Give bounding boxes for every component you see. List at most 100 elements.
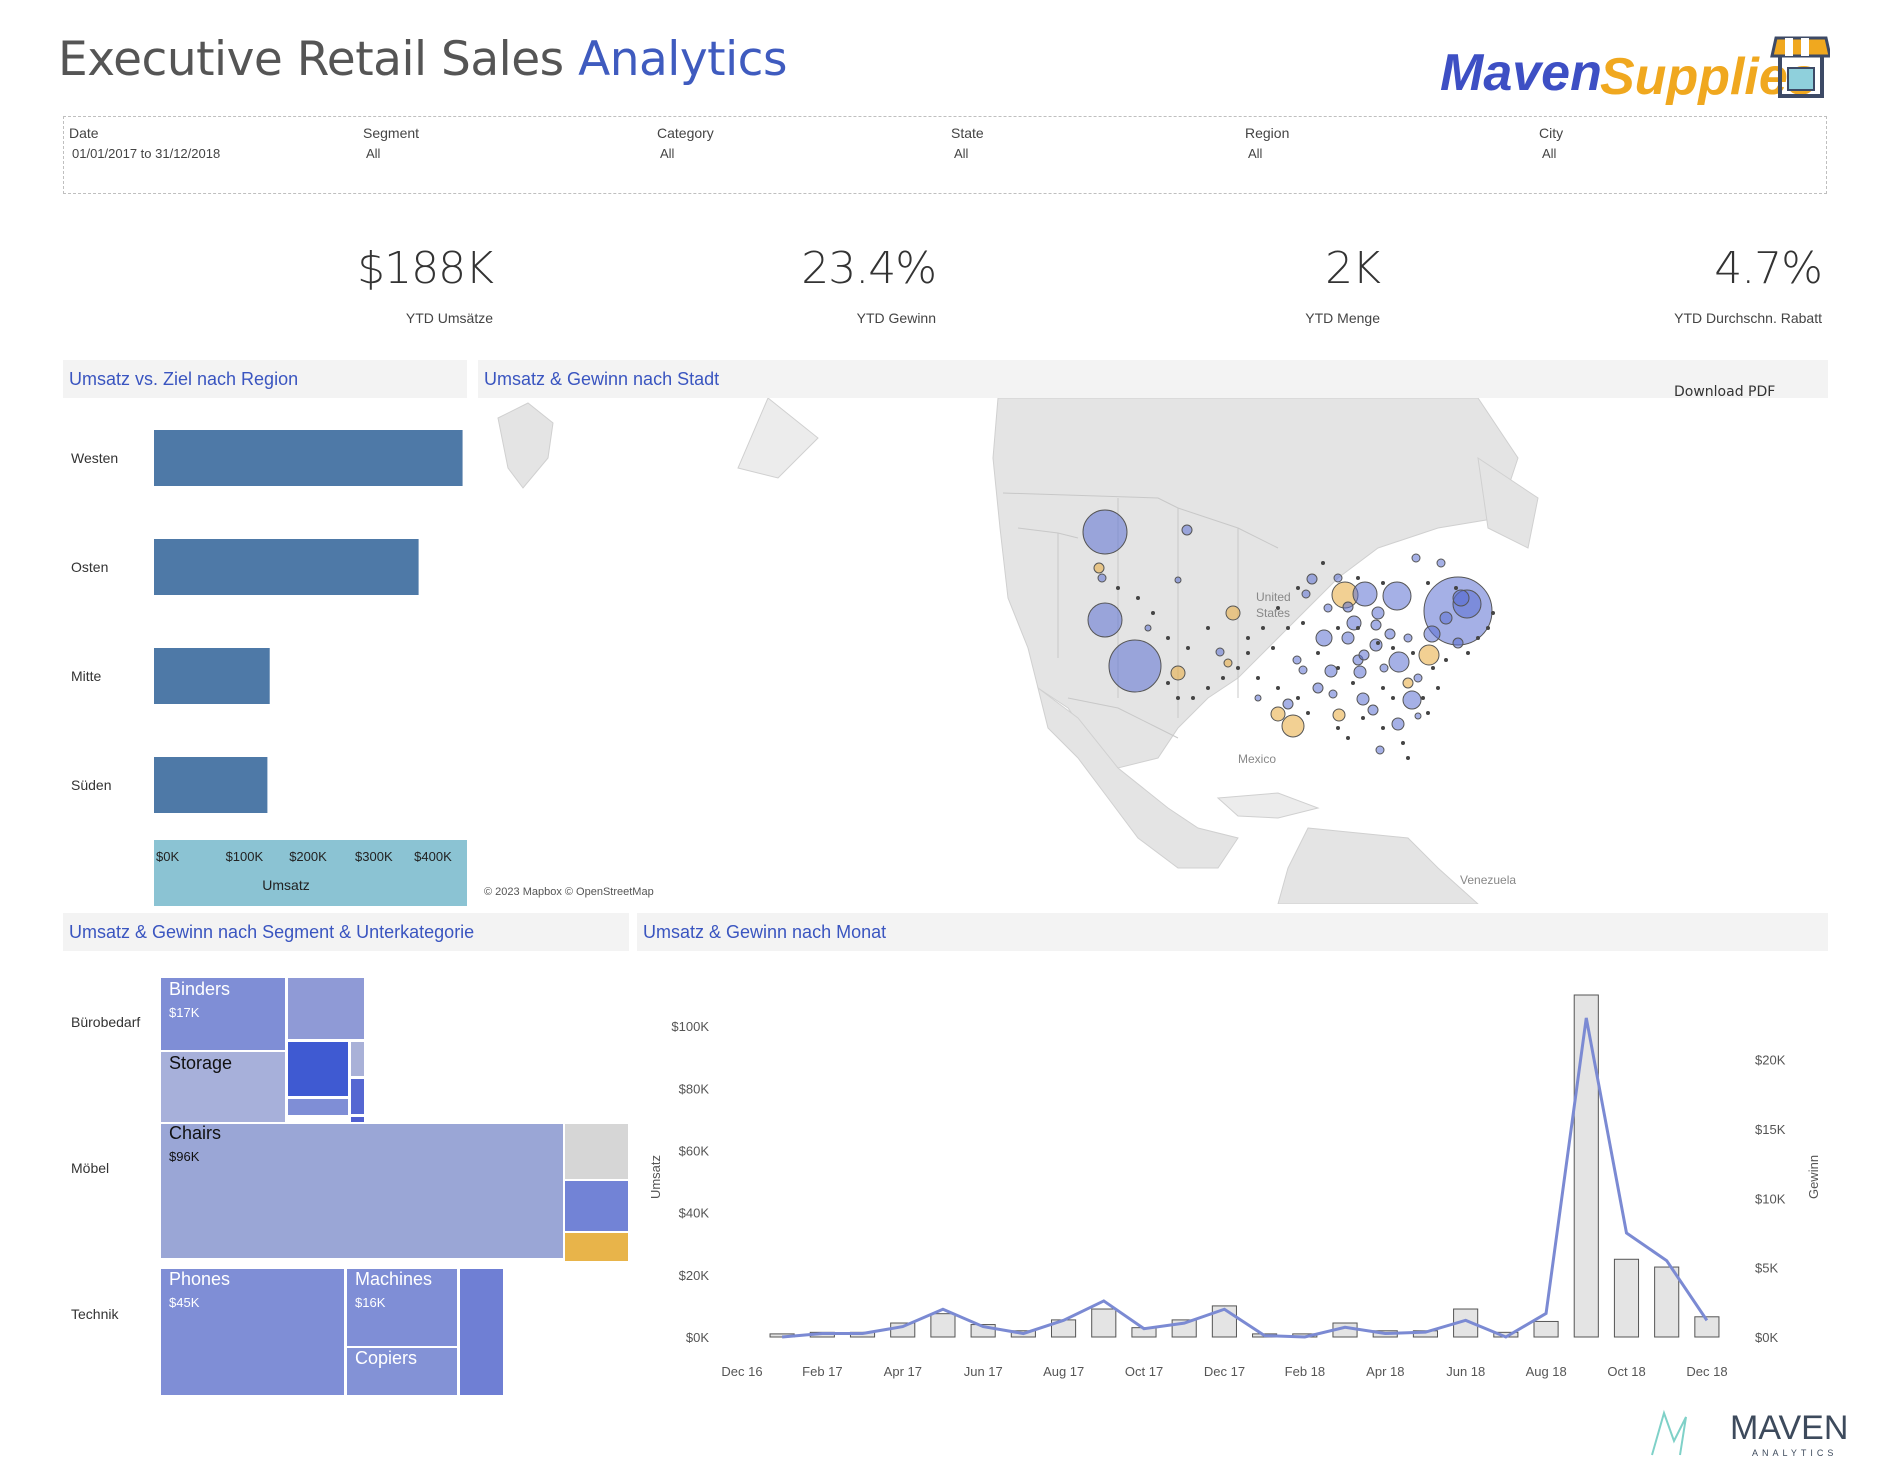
city-dot[interactable] (1336, 626, 1340, 630)
filter-value[interactable]: All (951, 146, 1231, 161)
city-dot[interactable] (1116, 586, 1120, 590)
city-dot[interactable] (1351, 681, 1355, 685)
city-dot[interactable] (1186, 646, 1190, 650)
city-dot[interactable] (1306, 711, 1310, 715)
city-bubble[interactable] (1282, 698, 1294, 710)
city-dot[interactable] (1296, 586, 1300, 590)
filter-date[interactable]: Date 01/01/2017 to 31/12/2018 (69, 125, 349, 161)
city-dot[interactable] (1261, 626, 1265, 630)
city-dot[interactable] (1376, 641, 1380, 645)
city-bubble[interactable] (1371, 606, 1385, 620)
city-dot[interactable] (1401, 741, 1405, 745)
city-bubble[interactable] (1223, 658, 1233, 668)
city-bubble[interactable] (1323, 603, 1333, 613)
sales-bar[interactable] (1613, 1258, 1640, 1338)
city-bubble[interactable] (1379, 663, 1389, 673)
city-dot[interactable] (1476, 636, 1480, 640)
city-dot[interactable] (1486, 626, 1490, 630)
city-dot[interactable] (1444, 658, 1448, 662)
city-dot[interactable] (1301, 621, 1305, 625)
filter-city[interactable]: City All (1539, 125, 1819, 161)
filter-segment[interactable]: Segment All (363, 125, 643, 161)
region-bar[interactable] (154, 539, 419, 595)
city-bubble[interactable] (1423, 625, 1441, 643)
city-dot[interactable] (1391, 696, 1395, 700)
city-dot[interactable] (1361, 716, 1365, 720)
city-bubble[interactable] (1388, 651, 1410, 673)
city-bubble[interactable] (1298, 665, 1308, 675)
city-bubble[interactable] (1384, 628, 1396, 640)
city-dot[interactable] (1206, 626, 1210, 630)
city-bubble[interactable] (1333, 573, 1343, 583)
filter-value[interactable]: All (657, 146, 937, 161)
treemap-tile[interactable] (286, 976, 366, 1041)
city-bubble[interactable] (1312, 682, 1324, 694)
region-bar[interactable] (154, 430, 463, 486)
city-dot[interactable] (1176, 696, 1180, 700)
city-map[interactable]: United States Mexico Venezuela (478, 398, 1828, 904)
city-dot[interactable] (1286, 626, 1290, 630)
city-bubble[interactable] (1452, 589, 1470, 607)
city-bubble[interactable] (1375, 745, 1385, 755)
city-bubble[interactable] (1436, 558, 1446, 568)
city-bubble[interactable] (1082, 509, 1128, 555)
city-bubble[interactable] (1352, 581, 1378, 607)
city-dot[interactable] (1381, 686, 1385, 690)
city-dot[interactable] (1391, 646, 1395, 650)
city-dot[interactable] (1166, 681, 1170, 685)
city-bubble[interactable] (1402, 677, 1414, 689)
city-dot[interactable] (1436, 686, 1440, 690)
city-bubble[interactable] (1332, 708, 1346, 722)
city-dot[interactable] (1406, 756, 1410, 760)
city-bubble[interactable] (1108, 639, 1162, 693)
city-bubble[interactable] (1170, 665, 1186, 681)
city-bubble[interactable] (1418, 644, 1440, 666)
city-bubble[interactable] (1391, 717, 1405, 731)
city-bubble[interactable] (1403, 633, 1413, 643)
treemap-tile[interactable] (563, 1179, 630, 1233)
city-bubble[interactable] (1356, 692, 1370, 706)
city-dot[interactable] (1356, 626, 1360, 630)
city-bubble[interactable] (1097, 573, 1107, 583)
treemap-tile[interactable] (286, 1040, 350, 1098)
city-dot[interactable] (1454, 586, 1458, 590)
city-dot[interactable] (1321, 561, 1325, 565)
download-pdf-button[interactable]: Download PDF (1674, 384, 1775, 400)
map-canvas[interactable]: United States Mexico Venezuela (478, 398, 1828, 904)
city-bubble[interactable] (1215, 647, 1225, 657)
city-dot[interactable] (1191, 696, 1195, 700)
city-dot[interactable] (1426, 581, 1430, 585)
filter-region[interactable]: Region All (1245, 125, 1525, 161)
city-dot[interactable] (1411, 651, 1415, 655)
city-bubble[interactable] (1452, 637, 1464, 649)
city-dot[interactable] (1336, 726, 1340, 730)
city-bubble[interactable] (1270, 706, 1286, 722)
city-bubble[interactable] (1358, 649, 1370, 661)
treemap-tile[interactable] (563, 1122, 630, 1181)
sales-bar[interactable] (1654, 1266, 1680, 1338)
treemap-tile[interactable] (159, 1122, 565, 1260)
sales-bar[interactable] (1533, 1320, 1559, 1338)
city-bubble[interactable] (1225, 605, 1241, 621)
city-dot[interactable] (1296, 696, 1300, 700)
treemap-tile[interactable] (286, 1097, 350, 1117)
filter-value[interactable]: All (363, 146, 643, 161)
city-bubble[interactable] (1254, 694, 1262, 702)
city-dot[interactable] (1151, 611, 1155, 615)
filter-category[interactable]: Category All (657, 125, 937, 161)
city-dot[interactable] (1206, 686, 1210, 690)
city-dot[interactable] (1356, 576, 1360, 580)
city-dot[interactable] (1426, 711, 1430, 715)
city-bubble[interactable] (1382, 581, 1412, 611)
city-bubble[interactable] (1093, 562, 1105, 574)
city-dot[interactable] (1466, 651, 1470, 655)
filter-value[interactable]: 01/01/2017 to 31/12/2018 (69, 146, 349, 161)
filter-value[interactable]: All (1539, 146, 1819, 161)
region-bar[interactable] (154, 648, 270, 704)
sales-bar[interactable] (1091, 1308, 1117, 1338)
city-bubble[interactable] (1181, 524, 1193, 536)
city-bubble[interactable] (1087, 602, 1123, 638)
city-bubble[interactable] (1353, 665, 1367, 679)
filter-state[interactable]: State All (951, 125, 1231, 161)
city-bubble[interactable] (1402, 690, 1422, 710)
